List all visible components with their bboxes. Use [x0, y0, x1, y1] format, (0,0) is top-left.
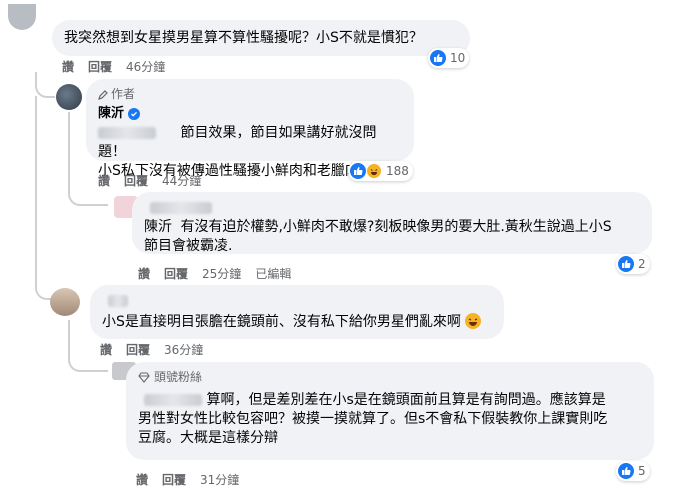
avatar[interactable] [50, 288, 80, 316]
reaction-count: 2 [638, 257, 646, 271]
diamond-icon [138, 372, 150, 383]
reaction-count: 10 [450, 51, 466, 65]
author-avatar[interactable] [56, 84, 82, 110]
comment-bubble: 我突然想到女星摸男星算不算性騷擾呢？小S不就是慣犯？ [52, 20, 470, 56]
timestamp[interactable]: 44分鐘 [162, 172, 201, 189]
comment-text-line: 節目會被霸凌. [144, 238, 233, 254]
comment-text: 小S是直接明目張膽在鏡頭前、沒有私下給你男星們亂來啊 [102, 314, 461, 330]
like-button[interactable]: 讚 [136, 471, 148, 488]
timestamp[interactable]: 36分鐘 [164, 341, 203, 358]
comment-bubble: 小S是直接明目張膽在鏡頭前、沒有私下給你男星們亂來啊 [90, 285, 504, 339]
edited-label: 已編輯 [255, 267, 292, 281]
author-badge: 作者 [98, 85, 402, 104]
comment-meta: 讚 回覆 36分鐘 [100, 341, 217, 358]
thread-connector [35, 278, 51, 300]
comment-meta: 讚 回覆 44分鐘 [98, 172, 215, 189]
redacted-name [108, 295, 128, 307]
comment-text-line: 算啊，但是差別差在小s是在鏡頭面前且算是有詢問過。應該算是 [206, 392, 606, 408]
comment-meta: 讚 回覆 25分鐘 已編輯 [138, 265, 305, 282]
reaction-summary[interactable]: 5 [616, 461, 650, 481]
comment-bubble: 作者 陳沂 節目效果，節目如果講好就沒問題！ 小S私下沒有被傳過性騷擾小鮮肉和老… [86, 79, 414, 179]
pen-icon [98, 89, 108, 100]
reaction-summary[interactable]: 188 [348, 161, 413, 181]
reaction-summary[interactable]: 10 [428, 48, 470, 68]
comment-bubble: 陳沂 有沒有迫於權勢,小鮮肉不敢爆?刻板映像男的要大肚.黃秋生說過上小S 節目會… [132, 192, 652, 254]
reply-button[interactable]: 回覆 [124, 172, 148, 189]
comment-meta: 讚 回覆 46分鐘 [62, 58, 179, 75]
comment-text: 我突然想到女星摸男星算不算性騷擾呢？小S不就是慣犯？ [64, 30, 423, 46]
like-icon [350, 163, 366, 179]
laughing-emoji-icon [465, 313, 482, 329]
comment-bubble: 頭號粉絲 算啊，但是差別差在小s是在鏡頭面前且算是有詢問過。應該算是 男性對女性… [126, 362, 654, 460]
timestamp[interactable]: 25分鐘 [202, 265, 241, 282]
commenter-name[interactable]: 陳沂 [98, 105, 124, 122]
like-icon [618, 256, 634, 272]
timestamp[interactable]: 31分鐘 [200, 471, 239, 488]
redacted-name [144, 394, 202, 406]
like-icon [430, 50, 446, 66]
redacted-name [150, 202, 212, 214]
like-button[interactable]: 讚 [62, 58, 74, 75]
reply-button[interactable]: 回覆 [126, 341, 150, 358]
reaction-count: 5 [638, 464, 646, 478]
top-fan-label: 頭號粉絲 [154, 370, 203, 384]
like-icon [618, 463, 634, 479]
comment-text-line: 男性對女性比較包容吧？被摸一摸就算了。但s不會私下假裝教你上課實則吃 [138, 411, 608, 427]
thread-connector [68, 180, 108, 206]
reaction-summary[interactable]: 2 [616, 254, 650, 274]
verified-icon [128, 107, 141, 120]
top-fan-badge: 頭號粉絲 [138, 368, 642, 387]
reply-button[interactable]: 回覆 [162, 471, 186, 488]
thread-connector [35, 72, 55, 98]
thread-connector [68, 350, 108, 372]
timestamp[interactable]: 46分鐘 [126, 58, 165, 75]
redacted-name [98, 127, 156, 139]
like-button[interactable]: 讚 [138, 265, 150, 282]
reply-button[interactable]: 回覆 [164, 265, 188, 282]
comment-meta: 讚 回覆 31分鐘 [136, 471, 253, 488]
reply-button[interactable]: 回覆 [88, 58, 112, 75]
author-badge-label: 作者 [111, 87, 136, 101]
mention-tag[interactable]: 陳沂 [144, 219, 172, 235]
reaction-count: 188 [386, 164, 409, 178]
avatar[interactable] [8, 4, 36, 30]
comment-text-line: 有沒有迫於權勢,小鮮肉不敢爆?刻板映像男的要大肚.黃秋生說過上小S [180, 219, 612, 235]
thread-line [35, 96, 37, 286]
haha-icon [366, 163, 382, 179]
comment-text-line: 豆腐。大概是這樣分辯 [138, 430, 278, 446]
